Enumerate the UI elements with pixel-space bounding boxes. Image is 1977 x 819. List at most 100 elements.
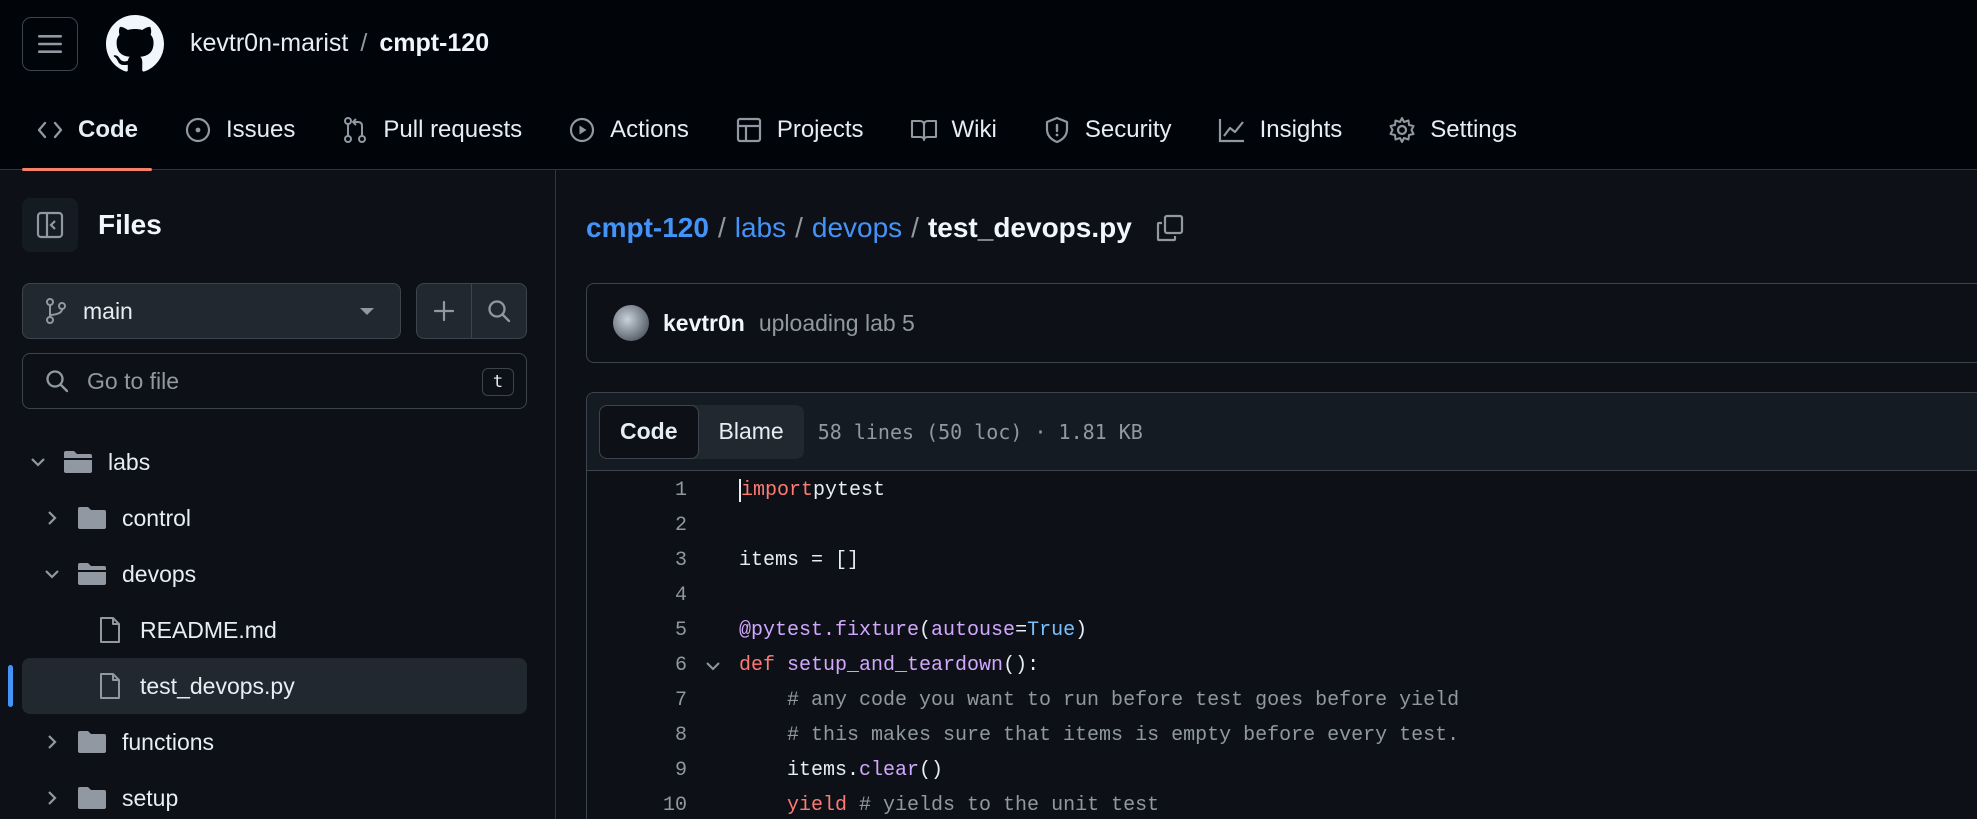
avatar[interactable]: [613, 305, 649, 341]
breadcrumb-separator: /: [360, 29, 368, 57]
fold-chevron-icon[interactable]: [687, 657, 739, 675]
hamburger-icon: [38, 35, 62, 53]
files-header: Files: [22, 198, 162, 252]
pull-request-icon: [341, 116, 369, 144]
breadcrumb-devops-link[interactable]: devops: [812, 212, 902, 244]
line-number[interactable]: 3: [587, 549, 687, 572]
code-lines: 1 importpytest 2 3 items = [] 4 5 @pytest.fixtu…: [587, 473, 1977, 819]
gear-icon: [1388, 116, 1416, 144]
line-number[interactable]: 8: [587, 724, 687, 747]
chevron-right-icon[interactable]: [40, 730, 64, 754]
code-token: ): [1075, 619, 1088, 642]
sidebar-collapse-icon: [36, 211, 64, 239]
copy-path-button[interactable]: [1155, 213, 1185, 243]
commit-message[interactable]: uploading lab 5: [759, 310, 915, 337]
line-number[interactable]: 1: [587, 479, 687, 502]
tab-issues[interactable]: Issues: [184, 108, 295, 152]
line-number[interactable]: 6: [587, 654, 687, 677]
go-to-file-input[interactable]: Go to file t: [22, 353, 527, 409]
file-tree: labs control devops README.md test_devop…: [0, 434, 556, 819]
repo-owner-link[interactable]: kevtr0n-marist: [190, 29, 348, 58]
tree-item-labs[interactable]: labs: [0, 434, 556, 490]
github-logo-icon[interactable]: [106, 15, 164, 73]
tab-wiki[interactable]: Wiki: [910, 108, 997, 152]
tab-pull-requests[interactable]: Pull requests: [341, 108, 522, 152]
tab-security[interactable]: Security: [1043, 108, 1172, 152]
issue-icon: [184, 116, 212, 144]
line-number[interactable]: 10: [587, 794, 687, 817]
tab-code[interactable]: Code: [22, 108, 152, 171]
keyboard-shortcut-hint: t: [482, 368, 514, 396]
code-token: ():: [1003, 654, 1040, 677]
line-number[interactable]: 9: [587, 759, 687, 782]
search-icon: [488, 300, 510, 323]
add-file-button[interactable]: [417, 284, 472, 338]
line-source: # this makes sure that items is empty be…: [739, 724, 1459, 747]
tab-actions[interactable]: Actions: [568, 108, 689, 152]
line-number[interactable]: 5: [587, 619, 687, 642]
tree-item-readme[interactable]: README.md: [0, 602, 556, 658]
repo-name-link[interactable]: cmpt-120: [379, 29, 489, 58]
tab-label: Security: [1084, 116, 1172, 143]
line-number[interactable]: 2: [587, 514, 687, 537]
code-token: import: [741, 479, 814, 502]
code-line[interactable]: 3 items = []: [587, 543, 1977, 578]
code-token: pytest: [813, 479, 886, 502]
chevron-right-icon[interactable]: [40, 786, 64, 810]
branch-name: main: [83, 297, 133, 324]
code-line[interactable]: 9 items.clear(): [587, 753, 1977, 788]
code-line[interactable]: 10 yield # yields to the unit test: [587, 788, 1977, 819]
branch-selector[interactable]: main: [22, 283, 401, 339]
blame-view-button[interactable]: Blame: [699, 405, 804, 459]
tab-settings[interactable]: Settings: [1388, 108, 1517, 152]
code-line[interactable]: 1 importpytest: [587, 473, 1977, 508]
code-token: clear: [859, 759, 920, 782]
code-line[interactable]: 8 # this makes sure that items is empty …: [587, 718, 1977, 753]
tree-item-functions[interactable]: functions: [0, 714, 556, 770]
menu-button[interactable]: [22, 17, 78, 71]
breadcrumb-separator: /: [717, 212, 726, 243]
copy-icon: [1156, 214, 1183, 242]
breadcrumb-repo-link[interactable]: cmpt-120: [586, 212, 709, 244]
folder-icon: [76, 783, 108, 813]
tab-insights[interactable]: Insights: [1218, 108, 1342, 152]
code-view-button[interactable]: Code: [599, 404, 699, 459]
line-source: items.clear(): [739, 759, 943, 782]
search-code-button[interactable]: [472, 284, 527, 338]
tree-item-devops[interactable]: devops: [0, 546, 556, 602]
code-token: items.: [739, 759, 860, 782]
chevron-down-icon[interactable]: [26, 450, 50, 474]
code-line[interactable]: 2: [587, 508, 1977, 543]
tree-item-label: README.md: [140, 616, 277, 643]
tree-item-setup[interactable]: setup: [0, 770, 556, 819]
code-token: @pytest.fixture: [739, 619, 920, 642]
file-view: cmpt-120 / labs / devops / test_devops.p…: [556, 170, 1977, 819]
tree-item-control[interactable]: control: [0, 490, 556, 546]
tree-item-test-devops[interactable]: test_devops.py: [8, 658, 527, 714]
code-line[interactable]: 6 def setup_and_teardown():: [587, 648, 1977, 683]
line-number[interactable]: 7: [587, 689, 687, 712]
line-source: @pytest.fixture(autouse=True): [739, 619, 1087, 642]
file-tree-sidebar: Files main Go to file t labs control dev…: [0, 170, 556, 819]
code-line[interactable]: 7 # any code you want to run before test…: [587, 683, 1977, 718]
tab-label: Wiki: [951, 116, 997, 143]
line-source: importpytest: [739, 479, 885, 502]
tab-projects[interactable]: Projects: [735, 108, 864, 152]
code-line[interactable]: 5 @pytest.fixture(autouse=True): [587, 613, 1977, 648]
chevron-down-icon[interactable]: [40, 562, 64, 586]
code-line[interactable]: 4: [587, 578, 1977, 613]
breadcrumb-labs-link[interactable]: labs: [735, 212, 786, 244]
code-token: def: [739, 654, 788, 677]
code-toolbar: Code Blame 58 lines (50 loc) · 1.81 KB: [587, 393, 1977, 471]
chevron-right-icon[interactable]: [40, 506, 64, 530]
tree-item-label: devops: [122, 560, 197, 587]
collapse-sidebar-button[interactable]: [22, 198, 78, 252]
latest-commit-bar: kevtr0n uploading lab 5: [586, 283, 1977, 363]
commit-author[interactable]: kevtr0n: [663, 310, 745, 337]
folder-icon: [76, 503, 108, 533]
line-number[interactable]: 4: [587, 584, 687, 607]
tab-label: Projects: [776, 116, 864, 143]
repo-breadcrumb: kevtr0n-marist / cmpt-120: [190, 29, 489, 58]
graph-icon: [1218, 116, 1246, 144]
line-source: # any code you want to run before test g…: [739, 689, 1459, 712]
